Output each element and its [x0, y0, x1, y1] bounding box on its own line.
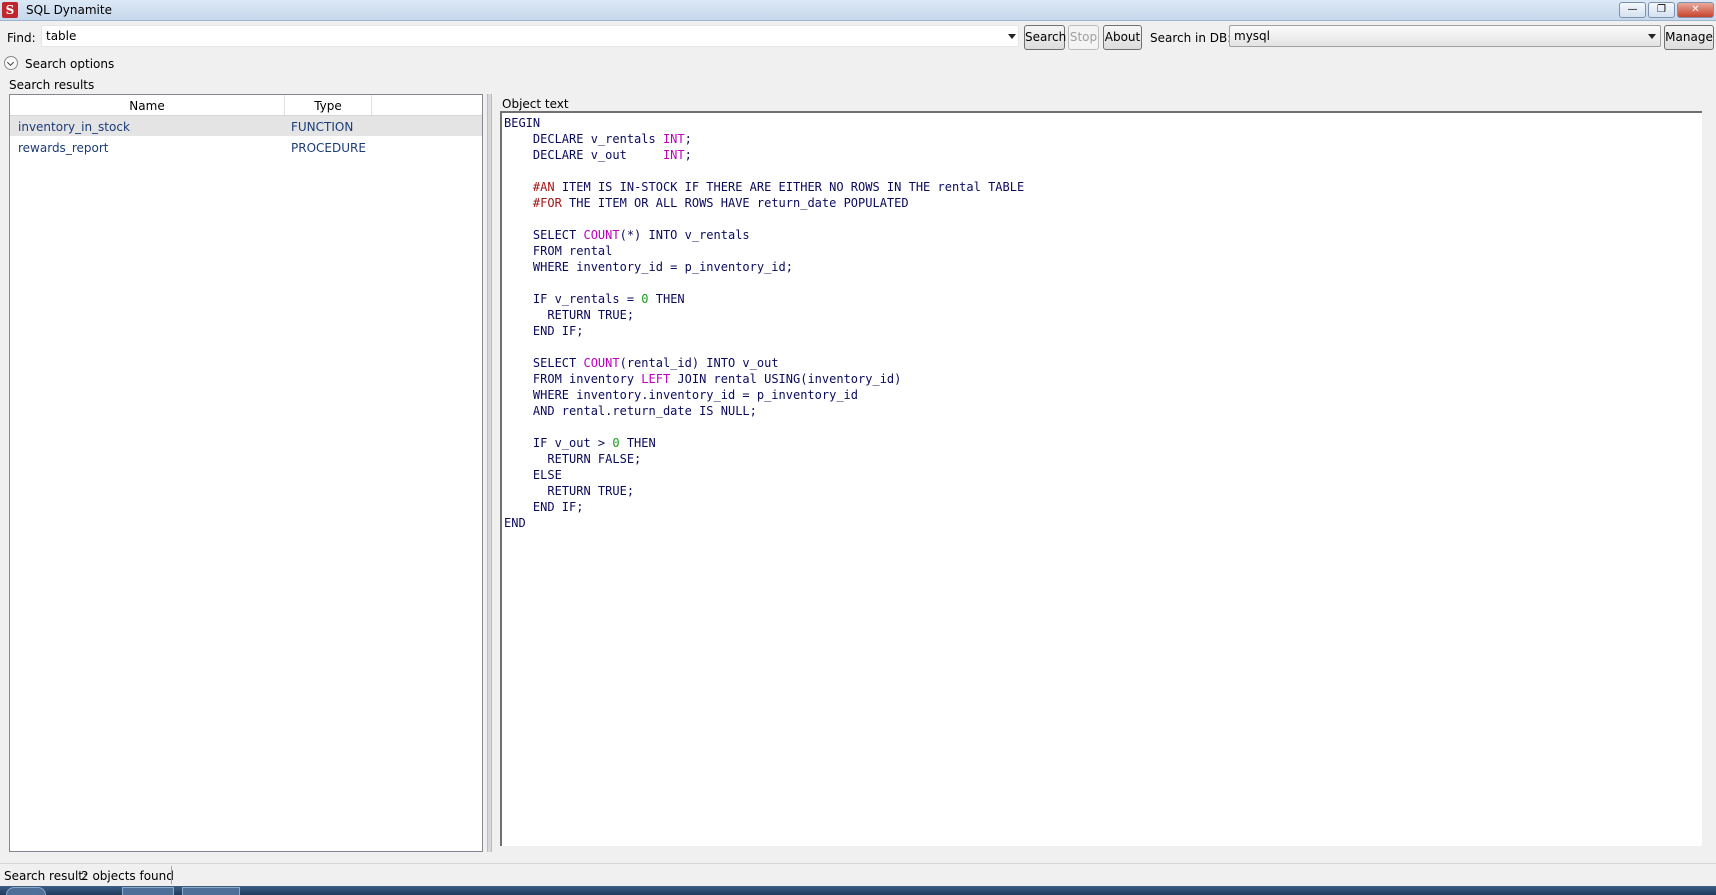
row-name: inventory_in_stock — [18, 120, 130, 134]
os-taskbar — [0, 886, 1716, 895]
app-logo-icon: S — [2, 2, 18, 18]
chevron-down-icon[interactable] — [1648, 34, 1656, 39]
object-text-code: BEGIN DECLARE v_rentals INT; DECLARE v_o… — [504, 116, 1025, 530]
start-icon[interactable] — [6, 887, 46, 895]
find-input[interactable]: table — [41, 25, 1019, 47]
object-text-label: Object text — [502, 97, 569, 111]
database-select[interactable]: mysql — [1229, 25, 1661, 47]
about-button[interactable]: About — [1103, 25, 1142, 50]
column-divider[interactable] — [371, 95, 372, 115]
table-row[interactable]: inventory_in_stock FUNCTION — [10, 116, 482, 136]
status-label: Search result: — [4, 869, 88, 883]
stop-button[interactable]: Stop — [1068, 25, 1099, 50]
taskbar-item[interactable] — [122, 887, 174, 895]
status-divider — [171, 866, 172, 884]
expand-icon[interactable] — [4, 56, 18, 70]
title-bar: S SQL Dynamite — ❐ ✕ — [0, 0, 1716, 21]
row-type: PROCEDURE — [291, 141, 366, 155]
window-title: SQL Dynamite — [26, 3, 112, 17]
row-name: rewards_report — [18, 141, 109, 155]
maximize-icon[interactable]: ❐ — [1648, 2, 1675, 18]
column-header-type[interactable]: Type — [285, 99, 371, 113]
minimize-icon[interactable]: — — [1619, 2, 1646, 18]
search-options-label: Search options — [25, 57, 115, 71]
find-input-value: table — [46, 29, 77, 43]
toolbar: Find: table Search Stop About Search in … — [0, 22, 1716, 52]
search-button[interactable]: Search — [1024, 25, 1066, 50]
database-select-value: mysql — [1234, 29, 1270, 43]
search-results-grid[interactable]: Name Type inventory_in_stock FUNCTION re… — [9, 94, 483, 852]
grid-header: Name Type — [10, 95, 482, 116]
status-bar: Search result: 2 objects found — [0, 863, 1716, 886]
search-results-label: Search results — [9, 78, 95, 92]
close-icon[interactable]: ✕ — [1677, 2, 1714, 18]
taskbar-item-active[interactable] — [182, 887, 240, 895]
table-row[interactable]: rewards_report PROCEDURE — [10, 137, 482, 157]
row-type: FUNCTION — [291, 120, 354, 134]
chevron-down-icon[interactable] — [1008, 34, 1016, 39]
panel-splitter[interactable] — [487, 94, 492, 852]
search-in-db-label: Search in DB: — [1150, 31, 1232, 45]
object-text-editor[interactable]: BEGIN DECLARE v_rentals INT; DECLARE v_o… — [500, 111, 1702, 846]
find-label: Find: — [7, 31, 36, 45]
manage-button[interactable]: Manage — [1664, 25, 1714, 50]
column-header-name[interactable]: Name — [10, 99, 284, 113]
status-value: 2 objects found — [81, 869, 174, 883]
